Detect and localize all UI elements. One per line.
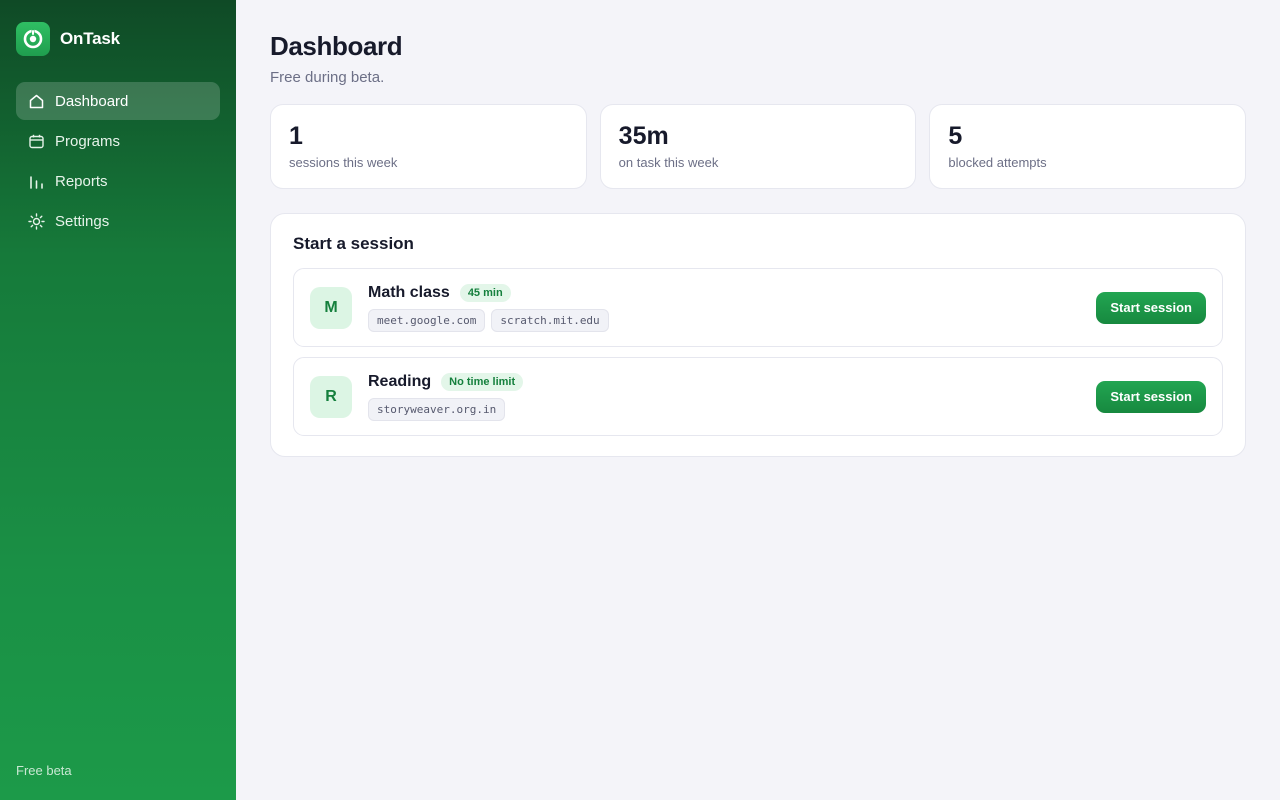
app-window: OnTask Dashboard Programs Reports Settin… <box>0 0 1280 800</box>
sidebar-item-label: Reports <box>55 172 108 190</box>
home-icon <box>28 93 45 110</box>
sidebar-item-programs[interactable]: Programs <box>16 122 220 160</box>
program-info: Math class 45 min meet.google.com scratc… <box>368 283 1096 332</box>
sidebar-item-settings[interactable]: Settings <box>16 202 220 240</box>
stat-value: 35m <box>618 122 669 150</box>
sidebar-nav: Dashboard Programs Reports Settings <box>16 82 220 240</box>
allowed-domains: storyweaver.org.in <box>368 397 1096 421</box>
stat-value: 1 <box>289 122 303 150</box>
calendar-icon <box>28 133 45 150</box>
sidebar-item-dashboard[interactable]: Dashboard <box>16 82 220 120</box>
panel-title: Start a session <box>293 234 414 253</box>
start-session-button[interactable]: Start session <box>1096 291 1206 324</box>
stat-label: sessions this week <box>289 155 398 170</box>
stat-card-sessions: 1 sessions this week <box>270 104 587 189</box>
brand[interactable]: OnTask <box>16 22 220 56</box>
stat-card-blocked: 5 blocked attempts <box>929 104 1247 189</box>
domain-chip: meet.google.com <box>368 308 486 332</box>
start-session-panel: Start a session M Math class 45 min meet… <box>270 213 1246 457</box>
domain-chip: scratch.mit.edu <box>491 308 609 332</box>
page-subtitle: Free during beta. <box>270 69 385 86</box>
stat-label: on task this week <box>618 155 719 170</box>
duration-badge: 45 min <box>459 283 511 302</box>
program-avatar: R <box>310 375 352 418</box>
sidebar-footer: Free beta <box>16 763 72 778</box>
program-row-reading: R Reading No time limit storyweaver.org.… <box>293 357 1223 436</box>
sun-gear-icon <box>28 212 45 230</box>
bar-chart-icon <box>28 173 45 190</box>
sidebar-item-label: Settings <box>55 212 110 230</box>
program-name: Reading <box>368 372 432 390</box>
sidebar: OnTask Dashboard Programs Reports Settin… <box>0 0 236 800</box>
main-content: Dashboard Free during beta. 1 sessions t… <box>236 0 1280 800</box>
duration-badge: No time limit <box>441 372 524 391</box>
domain-chip: storyweaver.org.in <box>368 397 506 421</box>
program-head: Math class 45 min <box>368 283 1096 302</box>
program-head: Reading No time limit <box>368 372 1096 391</box>
start-session-button[interactable]: Start session <box>1096 380 1206 413</box>
sidebar-item-reports[interactable]: Reports <box>16 162 220 200</box>
program-avatar: M <box>310 286 352 329</box>
allowed-domains: meet.google.com scratch.mit.edu <box>368 308 1096 332</box>
app-name: OnTask <box>60 29 120 48</box>
stat-value: 5 <box>948 122 963 150</box>
program-row-math-class: M Math class 45 min meet.google.com scra… <box>293 268 1223 347</box>
sidebar-item-label: Programs <box>55 132 121 150</box>
stat-card-on-task: 35m on task this week <box>599 104 917 189</box>
stats-row: 1 sessions this week 35m on task this we… <box>270 104 1247 189</box>
program-info: Reading No time limit storyweaver.org.in <box>368 372 1096 421</box>
stat-label: blocked attempts <box>948 155 1047 170</box>
page-title: Dashboard <box>270 31 403 61</box>
ontask-logo-icon <box>16 22 50 56</box>
sidebar-item-label: Dashboard <box>55 92 129 110</box>
program-name: Math class <box>368 283 450 301</box>
